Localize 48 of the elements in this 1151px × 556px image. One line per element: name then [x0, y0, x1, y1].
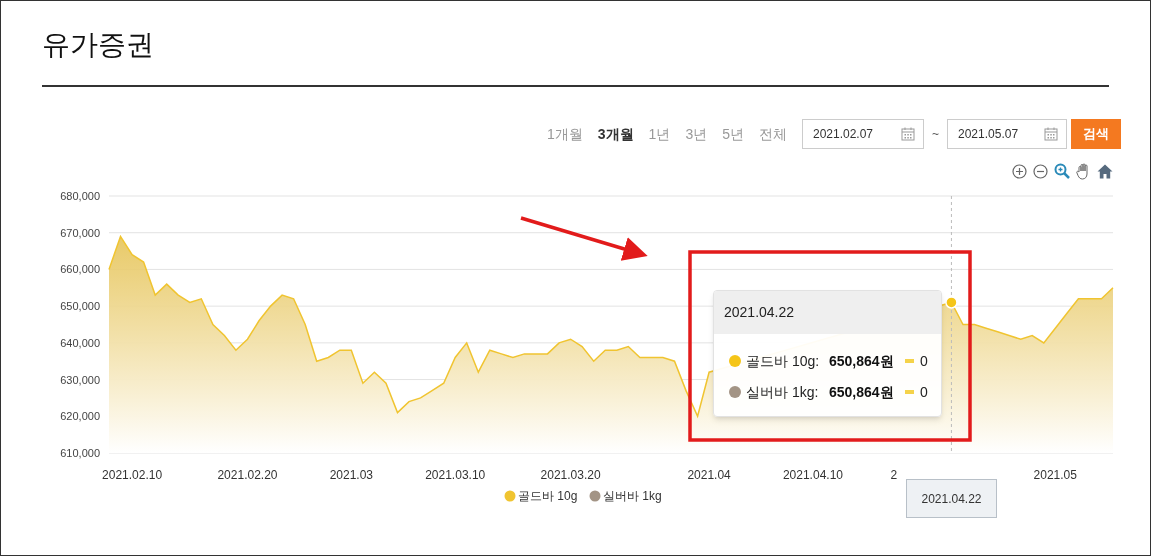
- home-icon[interactable]: [1097, 163, 1113, 179]
- search-icon[interactable]: [1054, 163, 1070, 179]
- hand-icon[interactable]: [1076, 162, 1091, 180]
- y-axis-label: 630,000: [60, 373, 100, 386]
- page-title: 유가증권: [42, 28, 155, 62]
- x-axis-label: 2021.03: [329, 468, 374, 482]
- x-axis-label: 2021.02.20: [217, 468, 278, 482]
- dash-icon: [905, 390, 914, 394]
- change-value: 0: [920, 351, 928, 371]
- crosshair-date-label: 2021.04.22: [906, 479, 997, 518]
- y-axis-label: 650,000: [60, 300, 100, 313]
- y-axis-label: 610,000: [60, 447, 100, 459]
- dash-icon: [905, 359, 914, 363]
- start-date-field[interactable]: 2021.02.07: [802, 119, 924, 149]
- x-axis-label: 2: [890, 468, 898, 482]
- y-axis-label: 670,000: [60, 226, 100, 239]
- zoom-in-icon[interactable]: [1012, 163, 1027, 179]
- series-value: 650,864원: [829, 382, 895, 402]
- calendar-icon: [1044, 127, 1058, 141]
- series-name: 골드바 10g:: [746, 351, 821, 371]
- search-button[interactable]: 검색: [1071, 119, 1121, 149]
- legend-label[interactable]: 실버바 1kg: [603, 489, 662, 503]
- tooltip-date: 2021.04.22: [724, 303, 795, 322]
- x-axis-label: 2021.02.10: [102, 468, 163, 482]
- calendar-icon: [901, 127, 915, 141]
- y-axis-label: 660,000: [60, 263, 100, 276]
- period-tab[interactable]: 1년: [648, 123, 671, 145]
- series-value: 650,864원: [829, 351, 895, 371]
- period-tab[interactable]: 3개월: [597, 123, 634, 145]
- x-axis-label: 2021.05: [1033, 468, 1077, 482]
- legend-label[interactable]: 골드바 10g: [518, 489, 578, 503]
- period-tab[interactable]: 5년: [722, 123, 744, 145]
- end-date-field[interactable]: 2021.05.07: [947, 119, 1067, 149]
- series-name: 실버바 1kg:: [746, 382, 820, 402]
- period-tab[interactable]: 1개월: [547, 123, 583, 145]
- change-value: 0: [920, 382, 928, 402]
- x-axis-label: 2021.04.10: [782, 468, 843, 482]
- y-axis-label: 640,000: [60, 336, 100, 349]
- period-tab[interactable]: 3년: [685, 123, 708, 145]
- data-point: [945, 296, 958, 309]
- y-axis-label: 620,000: [60, 410, 100, 423]
- x-axis-label: 2021.04: [687, 468, 731, 482]
- x-axis-label: 2021.03.20: [540, 468, 601, 482]
- zoom-out-icon[interactable]: [1033, 163, 1048, 179]
- y-axis-label: 680,000: [60, 190, 100, 202]
- x-axis-label: 2021.03.10: [425, 468, 486, 482]
- period-tab[interactable]: 전체: [759, 123, 787, 145]
- range-separator: ~: [932, 126, 939, 143]
